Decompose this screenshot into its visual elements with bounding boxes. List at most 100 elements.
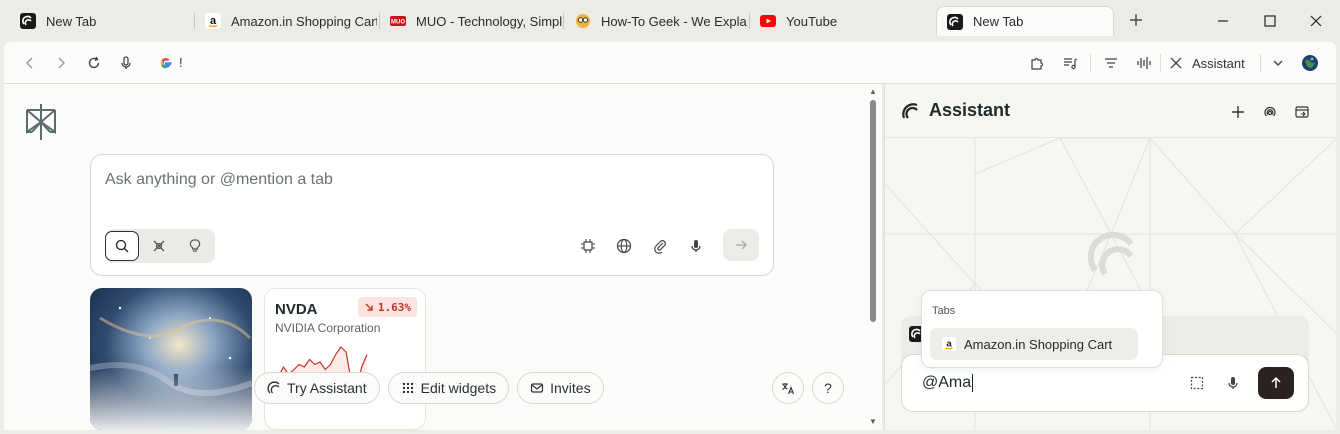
arrow-up-icon bbox=[1271, 376, 1281, 388]
back-button[interactable] bbox=[20, 53, 40, 73]
tab-suggestion-amazon[interactable]: a Amazon.in Shopping Cart bbox=[930, 328, 1138, 360]
stock-widget[interactable]: NVDA 1.63% NVIDIA Corporation bbox=[264, 288, 426, 430]
screenshot-button[interactable] bbox=[1186, 372, 1208, 394]
sources-button[interactable] bbox=[613, 235, 635, 257]
assistant-title: Assistant bbox=[929, 100, 1011, 120]
plus-icon bbox=[1232, 106, 1244, 118]
reading-mode-button[interactable] bbox=[1101, 53, 1121, 73]
assistant-toggle[interactable]: Assistant bbox=[1170, 53, 1245, 73]
chevron-down-icon bbox=[1273, 60, 1283, 66]
mode-selector bbox=[105, 229, 215, 263]
new-tab-button[interactable] bbox=[1126, 11, 1146, 31]
forward-button[interactable] bbox=[51, 53, 71, 73]
close-icon bbox=[1310, 15, 1322, 27]
howtogeek-icon bbox=[575, 13, 591, 29]
cpu-icon bbox=[581, 239, 595, 253]
invites-button[interactable]: Invites bbox=[517, 372, 604, 404]
dictation-button[interactable] bbox=[685, 235, 707, 257]
search-mode-button[interactable] bbox=[105, 231, 139, 261]
scrollbar-thumb[interactable] bbox=[870, 100, 876, 322]
tab-amazon-cart[interactable]: a Amazon.in Shopping Cart bbox=[185, 6, 377, 36]
assistant-logo-icon bbox=[902, 103, 918, 119]
stock-change-value: 1.63% bbox=[377, 300, 411, 314]
new-thread-button[interactable] bbox=[1227, 101, 1249, 123]
try-assistant-button[interactable]: Try Assistant bbox=[254, 372, 380, 404]
assistant-icon bbox=[267, 381, 280, 394]
submit-button[interactable] bbox=[723, 229, 759, 261]
tab-new-tab-1[interactable]: New Tab bbox=[0, 6, 190, 36]
scroll-down-arrow[interactable]: ▼ bbox=[868, 418, 878, 426]
tab-label: New Tab bbox=[46, 13, 97, 29]
address-bar[interactable]: ! bbox=[179, 55, 183, 70]
globe-icon bbox=[616, 238, 632, 254]
voice-mode-button[interactable] bbox=[1134, 53, 1154, 73]
toolbar-divider bbox=[1090, 54, 1091, 72]
assistant-panel: Assistant Tabs a Amazon.in Shopping Cart… bbox=[884, 84, 1336, 430]
close-window-button[interactable] bbox=[1305, 10, 1327, 32]
tab-label: YouTube bbox=[786, 13, 838, 29]
tab-label: Amazon.in Shopping Cart bbox=[231, 13, 377, 29]
menu-dropdown-button[interactable] bbox=[1268, 53, 1288, 73]
voice-search-button[interactable] bbox=[116, 53, 136, 73]
media-controls-button[interactable] bbox=[1060, 53, 1080, 73]
mail-icon bbox=[531, 383, 544, 393]
reload-button[interactable] bbox=[84, 53, 104, 73]
page-scrollbar[interactable]: ▲ ▼ bbox=[868, 86, 878, 428]
text-align-icon bbox=[1105, 58, 1117, 68]
svg-text:MUO: MUO bbox=[391, 20, 405, 26]
amazon-icon: a bbox=[205, 13, 221, 29]
tab-suggestion-label: Amazon.in Shopping Cart bbox=[964, 336, 1113, 352]
tab-howtogeek[interactable]: How-To Geek - We Explai bbox=[555, 6, 747, 36]
google-icon bbox=[156, 53, 176, 73]
svg-text:a: a bbox=[210, 15, 217, 27]
perplexity-icon bbox=[947, 13, 963, 30]
research-mode-button[interactable] bbox=[142, 231, 176, 261]
music-list-icon bbox=[1064, 58, 1078, 70]
wallpaper-widget[interactable] bbox=[90, 288, 252, 430]
toolbar-divider bbox=[1160, 54, 1161, 72]
assistant-input-value: @Ama bbox=[922, 374, 974, 392]
assistant-toggle-label: Assistant bbox=[1192, 55, 1245, 71]
attach-button[interactable] bbox=[649, 235, 671, 257]
amazon-icon: a bbox=[942, 337, 956, 351]
search-icon bbox=[115, 239, 129, 253]
tab-youtube[interactable]: YouTube bbox=[740, 6, 930, 36]
reload-icon bbox=[88, 56, 100, 69]
scroll-up-arrow[interactable]: ▲ bbox=[868, 88, 878, 96]
extensions-button[interactable] bbox=[1027, 53, 1047, 73]
tab-strip: New Tab a Amazon.in Shopping Cart MUO MU… bbox=[0, 0, 1340, 42]
stock-symbol: NVDA bbox=[275, 301, 318, 318]
help-button[interactable]: ? bbox=[812, 372, 844, 404]
model-select-button[interactable] bbox=[577, 235, 599, 257]
microphone-icon bbox=[691, 240, 701, 252]
assistant-submit-button[interactable] bbox=[1258, 367, 1294, 399]
new-tab-page: Ask anything or @mention a tab NVDA 1.63… bbox=[4, 84, 882, 430]
browser-toolbar: ! Assistant bbox=[4, 42, 1336, 84]
minimize-button[interactable] bbox=[1212, 10, 1234, 32]
labs-mode-button[interactable] bbox=[178, 231, 212, 261]
assistant-mic-button[interactable] bbox=[1222, 372, 1244, 394]
galaxy-image bbox=[90, 288, 252, 430]
maximize-button[interactable] bbox=[1259, 10, 1281, 32]
microphone-icon bbox=[1228, 377, 1238, 389]
tab-label: New Tab bbox=[973, 14, 1024, 29]
lightbulb-icon bbox=[189, 239, 201, 252]
open-in-window-button[interactable] bbox=[1291, 101, 1313, 123]
globe-avatar-icon bbox=[1302, 55, 1318, 71]
forward-arrow-icon bbox=[58, 57, 65, 69]
muo-icon: MUO bbox=[390, 13, 406, 29]
youtube-icon bbox=[760, 13, 776, 29]
stock-change-badge: 1.63% bbox=[357, 297, 417, 317]
edit-widgets-button[interactable]: Edit widgets bbox=[387, 372, 510, 404]
popup-section-label: Tabs bbox=[932, 305, 956, 317]
language-button[interactable] bbox=[772, 372, 804, 404]
plus-icon bbox=[1130, 14, 1142, 26]
broadcast-button[interactable] bbox=[1259, 101, 1281, 123]
profile-avatar[interactable] bbox=[1300, 53, 1320, 73]
tab-muo[interactable]: MUO MUO - Technology, Simpl bbox=[370, 6, 562, 36]
assistant-header: Assistant bbox=[885, 84, 1336, 138]
back-arrow-icon bbox=[26, 57, 33, 69]
tab-new-tab-active[interactable]: New Tab bbox=[936, 6, 1114, 36]
minimize-icon bbox=[1218, 20, 1228, 22]
ask-input-box[interactable]: Ask anything or @mention a tab bbox=[90, 154, 774, 276]
